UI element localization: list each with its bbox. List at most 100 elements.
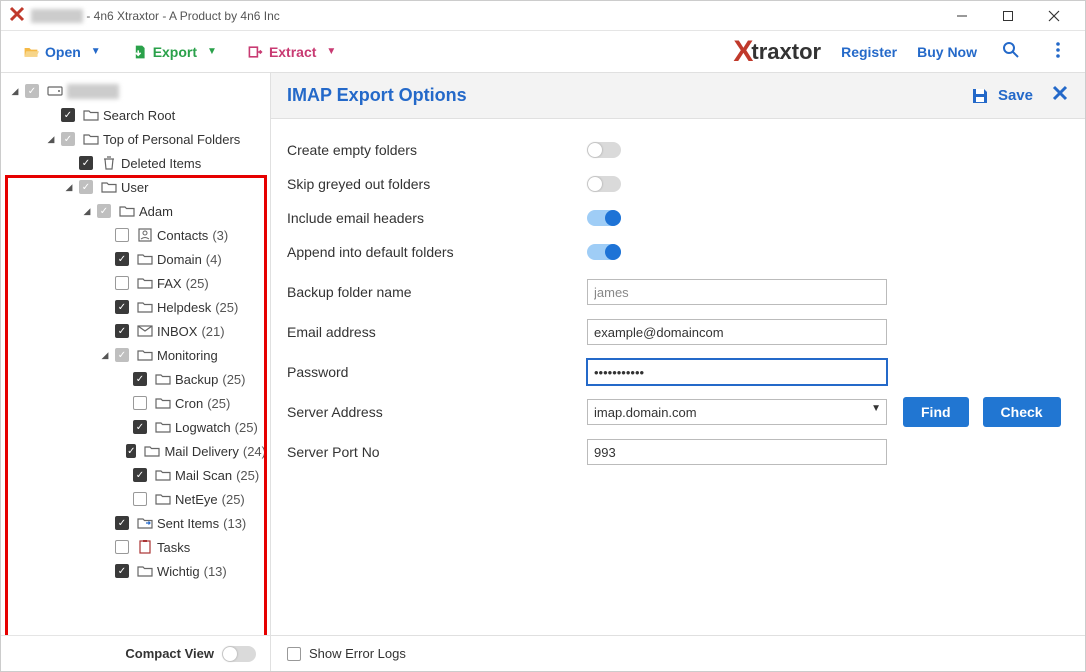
count-label: (25) — [222, 492, 245, 507]
mail-icon — [137, 323, 153, 339]
tree-node[interactable]: ✓INBOX (21) — [5, 319, 266, 343]
minimize-button[interactable] — [939, 1, 985, 31]
tree-node[interactable]: ◢ ✓ User — [5, 175, 266, 199]
count-label: (25) — [186, 276, 209, 291]
count-label: (25) — [215, 300, 238, 315]
expand-icon[interactable]: ◢ — [81, 206, 93, 217]
checkbox[interactable] — [115, 228, 129, 242]
create-empty-folders-toggle[interactable] — [587, 142, 621, 158]
checkbox[interactable]: ✓ — [133, 420, 147, 434]
tree-label: Deleted Items — [121, 156, 201, 171]
folder-icon — [155, 395, 171, 411]
tree-node[interactable]: Contacts (3) — [5, 223, 266, 247]
export-button[interactable]: Export ▼ — [123, 40, 225, 64]
panel-header: IMAP Export Options Save — [271, 73, 1085, 119]
checkbox[interactable]: ✓ — [61, 108, 75, 122]
server-address-select[interactable] — [587, 399, 887, 425]
tree-node[interactable]: ✓Search Root — [5, 103, 266, 127]
sent-icon — [137, 515, 153, 531]
checkbox[interactable]: ✓ — [115, 348, 129, 362]
find-button[interactable]: Find — [903, 397, 969, 427]
tree-node[interactable]: FAX (25) — [5, 271, 266, 295]
tree-node[interactable]: ◢✓Top of Personal Folders — [5, 127, 266, 151]
tree-node[interactable]: ✓Mail Delivery (24) — [5, 439, 266, 463]
tree-label: Contacts — [157, 228, 208, 243]
tree-node[interactable]: ◢✓xxxxxxxx — [5, 79, 266, 103]
save-button[interactable]: Save — [970, 86, 1033, 106]
tree-node[interactable]: Tasks — [5, 535, 266, 559]
tree-label: INBOX — [157, 324, 197, 339]
checkbox[interactable]: ✓ — [61, 132, 75, 146]
extract-button[interactable]: Extract ▼ — [239, 40, 344, 64]
tree-node[interactable]: ✓Domain (4) — [5, 247, 266, 271]
folder-icon — [83, 131, 99, 147]
tree-node[interactable]: ✓ Deleted Items — [5, 151, 266, 175]
chevron-down-icon: ▼ — [207, 46, 217, 57]
backup-name-label: Backup folder name — [287, 284, 587, 300]
more-icon[interactable] — [1045, 37, 1071, 66]
skip-greyed-toggle[interactable] — [587, 176, 621, 192]
checkbox[interactable]: ✓ — [25, 84, 39, 98]
check-button[interactable]: Check — [983, 397, 1061, 427]
tree-node[interactable]: ✓Sent Items (13) — [5, 511, 266, 535]
count-label: (25) — [235, 420, 258, 435]
checkbox[interactable]: ✓ — [115, 324, 129, 338]
count-label: (4) — [206, 252, 222, 267]
expand-icon[interactable]: ◢ — [99, 350, 111, 361]
backup-name-input[interactable] — [587, 279, 887, 305]
folder-icon — [155, 419, 171, 435]
footer: Show Error Logs — [271, 635, 1085, 671]
tree-node[interactable]: ◢✓Monitoring — [5, 343, 266, 367]
register-link[interactable]: Register — [841, 44, 897, 60]
tree-node[interactable]: ✓Wichtig (13) — [5, 559, 266, 583]
close-window-button[interactable] — [1031, 1, 1077, 31]
compact-toggle[interactable] — [222, 646, 256, 662]
tree-node[interactable]: Cron (25) — [5, 391, 266, 415]
server-address-label: Server Address — [287, 404, 587, 420]
password-input[interactable] — [587, 359, 887, 385]
tree-node[interactable]: ✓Mail Scan (25) — [5, 463, 266, 487]
checkbox[interactable]: ✓ — [133, 372, 147, 386]
include-headers-toggle[interactable] — [587, 210, 621, 226]
append-default-toggle[interactable] — [587, 244, 621, 260]
checkbox[interactable]: ✓ — [97, 204, 111, 218]
checkbox[interactable]: ✓ — [115, 516, 129, 530]
export-label: Export — [153, 44, 197, 60]
tree-label: User — [121, 180, 148, 195]
buy-now-link[interactable]: Buy Now — [917, 44, 977, 60]
show-error-logs-checkbox[interactable] — [287, 647, 301, 661]
checkbox[interactable]: ✓ — [115, 252, 129, 266]
checkbox[interactable]: ✓ — [79, 156, 93, 170]
close-panel-button[interactable] — [1051, 84, 1069, 108]
folder-icon — [137, 275, 153, 291]
tree-label: Mail Scan — [175, 468, 232, 483]
expand-icon[interactable]: ◢ — [9, 86, 21, 97]
tree-node[interactable]: NetEye (25) — [5, 487, 266, 511]
folder-icon — [83, 107, 99, 123]
checkbox[interactable] — [115, 276, 129, 290]
panel-title: IMAP Export Options — [287, 85, 467, 106]
checkbox[interactable]: ✓ — [115, 300, 129, 314]
checkbox[interactable]: ✓ — [79, 180, 93, 194]
checkbox[interactable] — [133, 396, 147, 410]
checkbox[interactable] — [115, 540, 129, 554]
folder-icon — [144, 443, 160, 459]
checkbox[interactable] — [133, 492, 147, 506]
search-icon[interactable] — [997, 36, 1025, 67]
expand-icon[interactable]: ◢ — [45, 134, 57, 145]
tree-label: Helpdesk — [157, 300, 211, 315]
server-port-input[interactable] — [587, 439, 887, 465]
checkbox[interactable]: ✓ — [115, 564, 129, 578]
tree-node[interactable]: ◢✓Adam — [5, 199, 266, 223]
email-input[interactable] — [587, 319, 887, 345]
show-error-logs-label: Show Error Logs — [309, 646, 406, 661]
expand-icon[interactable]: ◢ — [63, 182, 75, 193]
folder-tree[interactable]: ◢✓xxxxxxxx✓Search Root◢✓Top of Personal … — [1, 73, 271, 671]
checkbox[interactable]: ✓ — [133, 468, 147, 482]
tree-node[interactable]: ✓Backup (25) — [5, 367, 266, 391]
maximize-button[interactable] — [985, 1, 1031, 31]
checkbox[interactable]: ✓ — [126, 444, 136, 458]
tree-node[interactable]: ✓Logwatch (25) — [5, 415, 266, 439]
tree-node[interactable]: ✓ Helpdesk (25) — [5, 295, 266, 319]
open-button[interactable]: Open ▼ — [15, 40, 109, 64]
